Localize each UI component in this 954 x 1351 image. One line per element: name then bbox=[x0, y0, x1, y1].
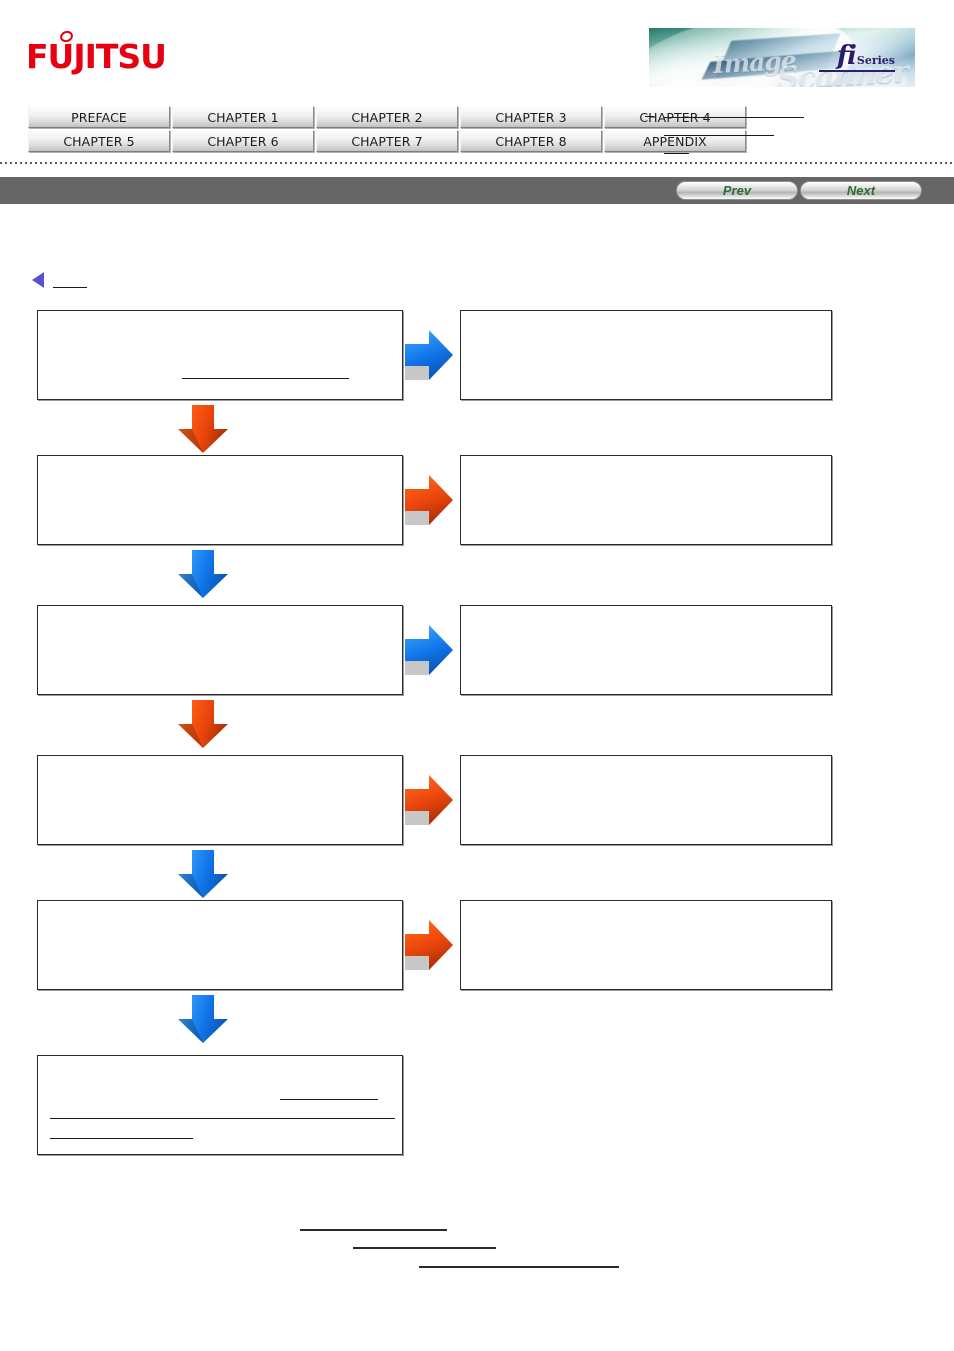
back-link[interactable] bbox=[53, 287, 87, 288]
flow-final-box-link-1[interactable] bbox=[280, 1099, 378, 1100]
arrow-down-icon-4 bbox=[172, 848, 234, 900]
flow-result-box-right-1 bbox=[460, 310, 832, 400]
footer-link-2[interactable] bbox=[353, 1247, 496, 1249]
flow-step-box-left-1-link-1[interactable] bbox=[182, 378, 349, 379]
flow-final-box-link-2[interactable] bbox=[50, 1118, 395, 1119]
flowchart-content bbox=[0, 0, 954, 1351]
arrow-right-icon-5 bbox=[403, 914, 455, 976]
flow-result-box-right-2 bbox=[460, 455, 832, 545]
arrow-down-icon-1 bbox=[172, 403, 234, 455]
flow-final-box bbox=[37, 1055, 403, 1155]
flow-step-box-left-4 bbox=[37, 755, 403, 845]
arrow-down-icon-3 bbox=[172, 698, 234, 750]
flow-step-box-left-2 bbox=[37, 455, 403, 545]
flow-result-box-right-3 bbox=[460, 605, 832, 695]
arrow-right-icon-1 bbox=[403, 324, 455, 386]
footer-link-1[interactable] bbox=[300, 1229, 447, 1231]
flow-result-box-right-5 bbox=[460, 900, 832, 990]
arrow-right-icon-4 bbox=[403, 769, 455, 831]
footer-link-3[interactable] bbox=[419, 1266, 619, 1268]
arrow-right-icon-3 bbox=[403, 619, 455, 681]
flow-final-box-link-3[interactable] bbox=[50, 1138, 193, 1139]
flow-step-box-left-5 bbox=[37, 900, 403, 990]
flow-step-box-left-3 bbox=[37, 605, 403, 695]
arrow-down-icon-5 bbox=[172, 993, 234, 1045]
triangle-left-icon[interactable] bbox=[32, 272, 44, 288]
arrow-down-icon-2 bbox=[172, 548, 234, 600]
arrow-right-icon-2 bbox=[403, 469, 455, 531]
flow-step-box-left-1 bbox=[37, 310, 403, 400]
flow-result-box-right-4 bbox=[460, 755, 832, 845]
